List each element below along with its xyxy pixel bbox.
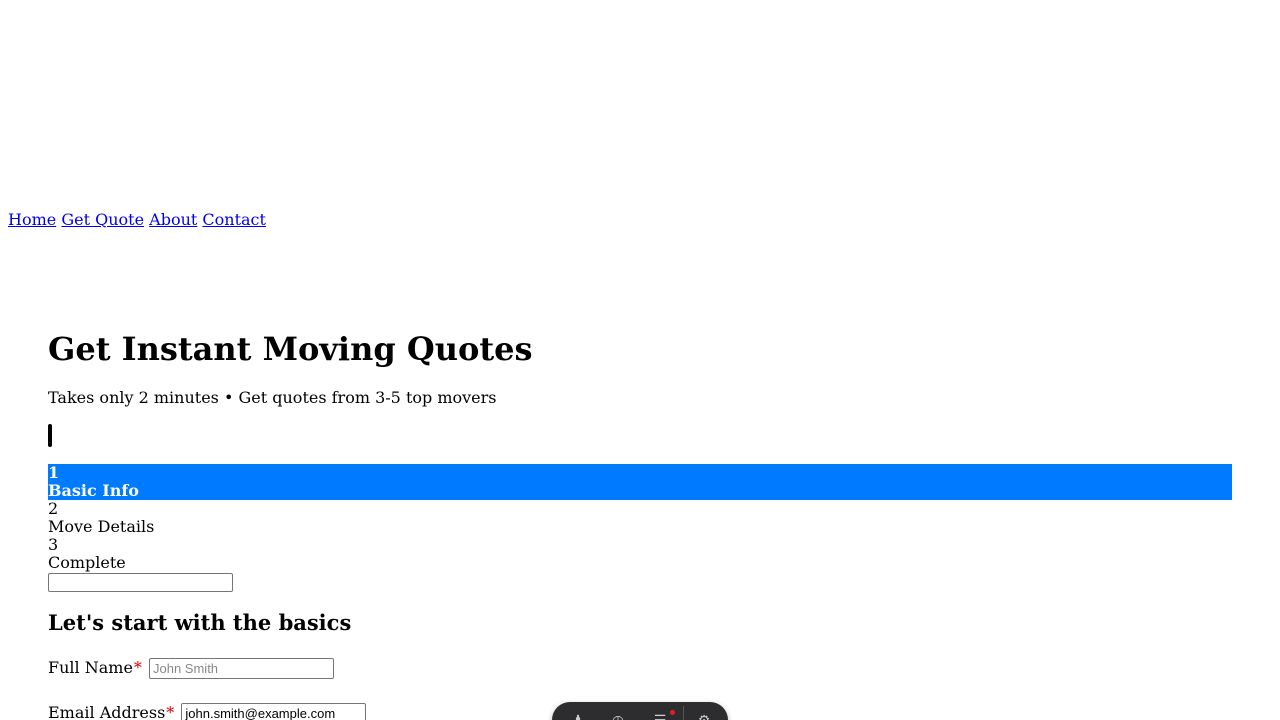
nav-link-contact[interactable]: Contact xyxy=(202,210,266,229)
progress-bar-fill xyxy=(48,424,52,447)
step-label: Move Details xyxy=(48,517,155,536)
step-label: Basic Info xyxy=(48,481,139,500)
main-nav: Home Get Quote About Contact xyxy=(8,211,266,229)
required-marker: * xyxy=(133,658,142,677)
step-move-details[interactable]: 2 Move Details xyxy=(48,500,1232,536)
required-marker: * xyxy=(166,703,175,720)
floating-toolbar: ♟ ◷ ☰ ⚙ xyxy=(552,702,728,720)
full-name-input[interactable] xyxy=(149,658,334,679)
nav-link-about[interactable]: About xyxy=(149,210,197,229)
email-input[interactable] xyxy=(181,703,367,720)
step-number: 2 xyxy=(48,499,59,518)
clock-icon[interactable]: ◷ xyxy=(608,711,628,720)
notification-dot xyxy=(670,710,675,715)
nav-link-home[interactable]: Home xyxy=(8,210,56,229)
page-title: Get Instant Moving Quotes xyxy=(48,330,533,368)
step-field-input[interactable] xyxy=(48,573,233,592)
gear-icon[interactable]: ⚙ xyxy=(694,711,714,720)
nav-link-get-quote[interactable]: Get Quote xyxy=(61,210,144,229)
toolbar-divider xyxy=(683,706,684,720)
step-basic-info[interactable]: 1 Basic Info xyxy=(48,464,1232,500)
email-label: Email Address xyxy=(48,703,166,720)
step-complete[interactable]: 3 Complete xyxy=(48,536,1232,572)
full-name-label: Full Name xyxy=(48,658,133,677)
step-label: Complete xyxy=(48,553,126,572)
full-name-row: Full Name* xyxy=(48,658,334,679)
form-heading: Let's start with the basics xyxy=(48,610,352,635)
step-number: 1 xyxy=(48,463,60,482)
page-subtitle: Takes only 2 minutes • Get quotes from 3… xyxy=(48,388,497,407)
progress-bar xyxy=(48,424,1232,447)
email-row: Email Address* xyxy=(48,703,367,720)
person-icon[interactable]: ♟ xyxy=(568,711,588,720)
list-icon[interactable]: ☰ xyxy=(650,711,670,720)
step-indicator: 1 Basic Info 2 Move Details 3 Complete xyxy=(48,464,1232,572)
step-number: 3 xyxy=(48,535,59,554)
